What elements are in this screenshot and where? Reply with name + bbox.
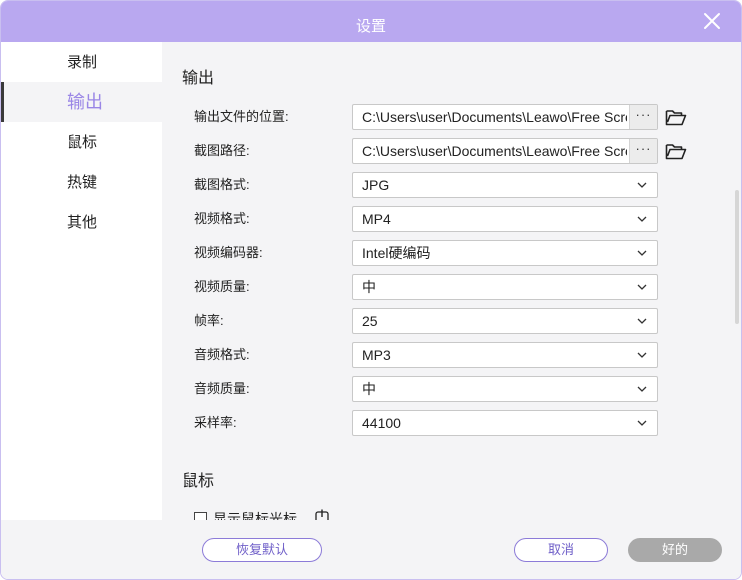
output-location-field[interactable]: C:\Users\user\Documents\Leawo\Free Scree… <box>352 104 658 130</box>
window-title: 设置 <box>355 18 386 35</box>
sidebar: 录制 输出 鼠标 热键 其他 <box>1 42 162 520</box>
audio-quality-value: 中 <box>362 381 376 397</box>
ok-button[interactable]: 好的 <box>628 538 722 562</box>
sample-rate-select[interactable]: 44100 <box>352 410 658 436</box>
sample-rate-value: 44100 <box>362 415 401 431</box>
video-quality-value: 中 <box>362 279 376 295</box>
video-encoder-value: Intel硬编码 <box>362 245 431 261</box>
frame-rate-select[interactable]: 25 <box>352 308 658 334</box>
audio-format-label: 音频格式: <box>194 347 250 362</box>
output-location-value: C:\Users\user\Documents\Leawo\Free Scree… <box>362 109 627 125</box>
output-section-title: 输出 <box>182 70 215 87</box>
cursor-info-icon[interactable] <box>315 509 329 520</box>
sidebar-item-mouse[interactable]: 鼠标 <box>1 123 162 163</box>
chevron-down-icon <box>637 282 647 292</box>
screenshot-path-field[interactable]: C:\Users\user\Documents\Leawo\Free Scree… <box>352 138 658 164</box>
output-location-browse-button[interactable]: ··· <box>629 105 657 129</box>
chevron-down-icon <box>637 248 647 258</box>
title-bar: 设置 <box>1 1 741 42</box>
output-location-folder-icon[interactable] <box>665 107 687 127</box>
sidebar-item-output[interactable]: 输出 <box>1 82 162 122</box>
sidebar-item-record[interactable]: 录制 <box>1 43 162 83</box>
content-scrollbar[interactable] <box>735 190 739 324</box>
screenshot-path-label: 截图路径: <box>194 143 250 158</box>
screenshot-path-folder-icon[interactable] <box>665 141 687 161</box>
video-encoder-label: 视频编码器: <box>194 245 263 260</box>
settings-window: 设置 录制 输出 鼠标 热键 其他 输出 输出文件的位置: C:\Users\u… <box>0 0 742 580</box>
chevron-down-icon <box>637 214 647 224</box>
audio-format-value: MP3 <box>362 347 391 363</box>
screenshot-format-value: JPG <box>362 177 390 193</box>
chevron-down-icon <box>637 350 647 360</box>
frame-rate-label: 帧率: <box>194 313 224 328</box>
chevron-down-icon <box>637 180 647 190</box>
reset-defaults-button[interactable]: 恢复默认 <box>202 538 322 562</box>
audio-quality-label: 音频质量: <box>194 381 250 396</box>
screenshot-path-browse-button[interactable]: ··· <box>629 139 657 163</box>
show-cursor-checkbox[interactable] <box>194 512 207 520</box>
screenshot-path-value: C:\Users\user\Documents\Leawo\Free Scree… <box>362 143 627 159</box>
cancel-button[interactable]: 取消 <box>514 538 608 562</box>
output-location-label: 输出文件的位置: <box>194 109 289 124</box>
show-cursor-label: 显示鼠标光标 <box>213 511 297 520</box>
video-format-value: MP4 <box>362 211 391 227</box>
audio-quality-select[interactable]: 中 <box>352 376 658 402</box>
settings-content: 输出 输出文件的位置: C:\Users\user\Documents\Leaw… <box>162 42 741 520</box>
sample-rate-label: 采样率: <box>194 415 237 430</box>
chevron-down-icon <box>637 384 647 394</box>
sidebar-item-hotkeys[interactable]: 热键 <box>1 163 162 203</box>
video-format-label: 视频格式: <box>194 211 250 226</box>
video-quality-select[interactable]: 中 <box>352 274 658 300</box>
frame-rate-value: 25 <box>362 313 378 329</box>
screenshot-format-label: 截图格式: <box>194 177 250 192</box>
dialog-footer: 恢复默认 取消 好的 <box>1 520 741 579</box>
mouse-section-title: 鼠标 <box>182 473 215 490</box>
screenshot-format-select[interactable]: JPG <box>352 172 658 198</box>
audio-format-select[interactable]: MP3 <box>352 342 658 368</box>
video-quality-label: 视频质量: <box>194 279 250 294</box>
chevron-down-icon <box>637 418 647 428</box>
sidebar-item-other[interactable]: 其他 <box>1 203 162 243</box>
video-format-select[interactable]: MP4 <box>352 206 658 232</box>
video-encoder-select[interactable]: Intel硬编码 <box>352 240 658 266</box>
close-icon[interactable] <box>701 10 723 32</box>
chevron-down-icon <box>637 316 647 326</box>
